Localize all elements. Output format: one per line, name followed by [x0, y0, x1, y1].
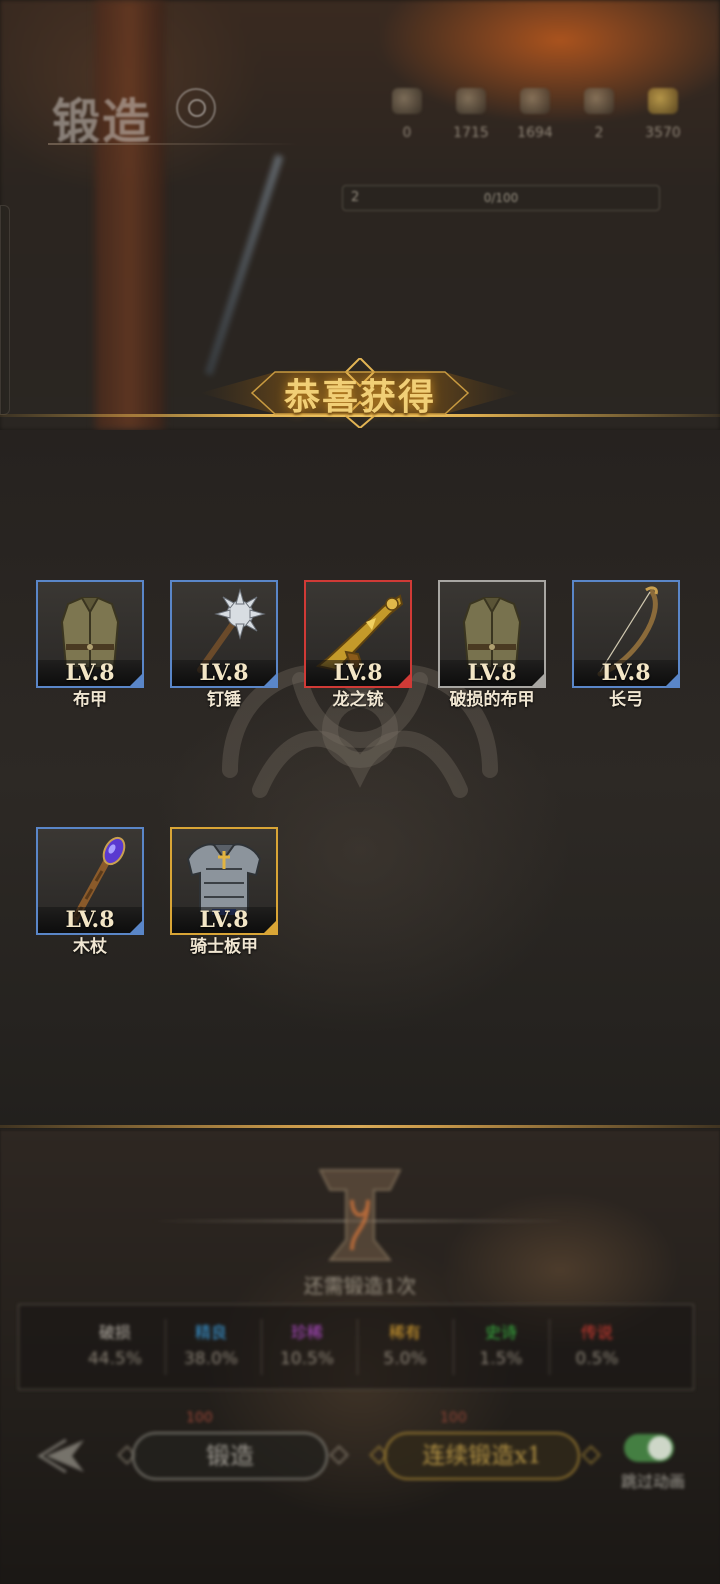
congrats-title: 恭喜获得 [283, 376, 436, 418]
item-frame: LV.8 [572, 580, 680, 688]
item-frame: LV.8 [170, 827, 278, 935]
resource-icon [520, 88, 550, 114]
item-frame: LV.8 [36, 580, 144, 688]
odds-cell: 史诗 1.5% [453, 1319, 549, 1369]
odds-percent: 0.5% [575, 1349, 619, 1369]
item-level: LV.8 [199, 660, 249, 686]
resource-value: 0 [402, 125, 412, 141]
background-pillar [95, 0, 165, 430]
odds-quality: 破损 [98, 1323, 131, 1342]
resource-counter: 2 [574, 88, 624, 141]
odds-quality: 珍稀 [290, 1323, 323, 1342]
odds-percent: 44.5% [87, 1349, 142, 1369]
continuous-forge-cost: 100 [440, 1410, 467, 1426]
gold-coin-icon [648, 88, 678, 114]
resource-value: 1694 [517, 125, 553, 141]
item-name: 长弓 [609, 690, 643, 710]
item-frame: LV.8 [438, 580, 546, 688]
reward-item[interactable]: LV.8 布甲 [36, 580, 144, 712]
item-level: LV.8 [65, 660, 115, 686]
skip-animation-toggle[interactable] [624, 1434, 674, 1462]
forge-progress: 0/100 [483, 191, 519, 205]
forge-cost: 100 [186, 1410, 213, 1426]
resource-counter: 0 [382, 88, 432, 141]
item-level: LV.8 [333, 660, 383, 686]
continuous-forge-button[interactable]: 连续锻造x1 [384, 1432, 580, 1480]
item-level: LV.8 [199, 907, 249, 933]
page-title: 锻造 [52, 94, 153, 150]
reward-item[interactable]: LV.8 龙之铳 [304, 580, 412, 712]
reward-item[interactable]: LV.8 骑士板甲 [170, 827, 278, 959]
odds-cell: 珍稀 10.5% [259, 1319, 355, 1369]
odds-quality: 史诗 [484, 1323, 517, 1342]
toggle-knob [648, 1436, 672, 1460]
odds-cell: 精良 38.0% [163, 1319, 259, 1369]
item-level: LV.8 [65, 907, 115, 933]
panel-bottom-line [0, 1125, 720, 1128]
resource-counter: 1694 [510, 88, 560, 141]
item-name: 木杖 [73, 937, 107, 957]
resource-icon [392, 88, 422, 114]
item-name: 骑士板甲 [190, 937, 258, 957]
odds-cell: 稀有 5.0% [357, 1319, 453, 1369]
forge-button[interactable]: 锻造 [132, 1432, 328, 1480]
item-name: 破损的布甲 [449, 690, 535, 710]
resource-value: 3570 [645, 125, 681, 141]
item-frame: LV.8 [170, 580, 278, 688]
header-divider [48, 143, 298, 145]
odds-quality: 精良 [194, 1323, 227, 1342]
odds-percent: 1.5% [479, 1349, 523, 1369]
reward-item[interactable]: LV.8 长弓 [572, 580, 680, 712]
odds-quality: 稀有 [388, 1323, 421, 1342]
quality-odds-table: 破损 44.5% 精良 38.0% 珍稀 10.5% 稀有 5.0% 史诗 1.… [18, 1304, 694, 1390]
item-frame: LV.8 [304, 580, 412, 688]
odds-cell: 破损 44.5% [67, 1319, 163, 1369]
resource-value: 2 [594, 125, 604, 141]
item-frame: LV.8 [36, 827, 144, 935]
odds-percent: 10.5% [279, 1349, 334, 1369]
reward-item[interactable]: LV.8 破损的布甲 [438, 580, 546, 712]
resource-counter: 3570 [638, 88, 688, 141]
anvil-emblem [318, 1169, 402, 1261]
resource-counter: 1715 [446, 88, 496, 141]
skip-animation-label: 跳过动画 [620, 1472, 685, 1491]
odds-quality: 传说 [580, 1323, 613, 1342]
back-arrow-icon[interactable] [36, 1434, 90, 1478]
odds-percent: 5.0% [383, 1349, 427, 1369]
forge-remaining-label: 还需锻造1次 [303, 1274, 417, 1298]
resource-icon [456, 88, 486, 114]
resource-value: 1715 [453, 125, 489, 141]
odds-percent: 38.0% [183, 1349, 238, 1369]
item-name: 钉锤 [207, 690, 241, 710]
search-icon[interactable] [176, 88, 216, 128]
item-level: LV.8 [467, 660, 517, 686]
reward-item[interactable]: LV.8 木杖 [36, 827, 144, 959]
item-name: 龙之铳 [332, 690, 384, 710]
reward-item[interactable]: LV.8 钉锤 [170, 580, 278, 712]
item-name: 布甲 [73, 690, 107, 710]
item-level: LV.8 [601, 660, 651, 686]
odds-cell: 传说 0.5% [549, 1319, 645, 1369]
forge-level-bar: 2 0/100 [342, 185, 660, 211]
resource-icon [584, 88, 614, 114]
